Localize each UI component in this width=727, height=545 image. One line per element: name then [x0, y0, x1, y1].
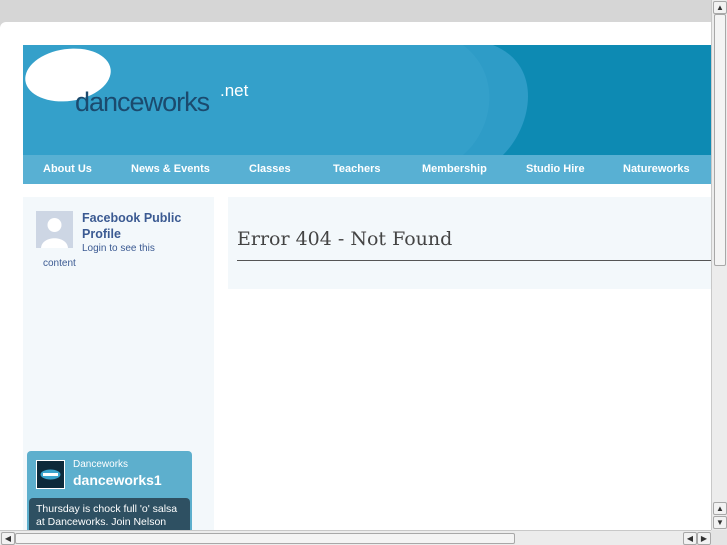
- tweet-text: Thursday is chock full 'o' salsa at Danc…: [29, 498, 190, 530]
- nav-about-us[interactable]: About Us: [43, 155, 92, 184]
- twitter-display-name: Danceworks: [73, 459, 129, 470]
- vertical-scroll-thumb[interactable]: [714, 14, 726, 266]
- nav-membership[interactable]: Membership: [422, 155, 487, 184]
- main-navigation: About Us News & Events Classes Teachers …: [23, 155, 711, 184]
- site-banner: danceworks .net: [23, 45, 711, 155]
- facebook-avatar-icon: [36, 211, 73, 248]
- horizontal-scroll-thumb[interactable]: [15, 533, 515, 544]
- nav-teachers[interactable]: Teachers: [333, 155, 381, 184]
- browser-viewport: danceworks .net About Us News & Events C…: [0, 0, 711, 530]
- scrollbar-corner: [711, 530, 727, 545]
- nav-classes[interactable]: Classes: [249, 155, 291, 184]
- twitter-avatar-icon[interactable]: [36, 460, 65, 489]
- nav-studio-hire[interactable]: Studio Hire: [526, 155, 585, 184]
- scroll-left-arrow-icon-right[interactable]: ◀: [683, 532, 697, 545]
- vertical-scrollbar[interactable]: ▲ ▲ ▼: [711, 0, 727, 530]
- logo-suffix: .net: [220, 81, 249, 100]
- horizontal-scrollbar[interactable]: ◀ ◀ ▶: [0, 530, 711, 545]
- nav-news-events[interactable]: News & Events: [131, 155, 210, 184]
- web-page: danceworks .net About Us News & Events C…: [0, 22, 711, 530]
- main-content: Error 404 - Not Found: [228, 197, 711, 289]
- scroll-up-arrow-icon-lower[interactable]: ▲: [713, 502, 727, 515]
- scroll-left-arrow-icon[interactable]: ◀: [1, 532, 15, 545]
- page-title: Error 404 - Not Found: [237, 228, 453, 250]
- title-divider: [237, 260, 711, 261]
- sidebar: Facebook Public Profile Login to see thi…: [23, 197, 214, 530]
- facebook-login-text: content: [43, 258, 76, 269]
- facebook-login-link[interactable]: Login to see this: [82, 243, 155, 254]
- facebook-profile-title[interactable]: Facebook Public Profile: [82, 210, 192, 242]
- twitter-widget: Danceworks danceworks1 Thursday is chock…: [27, 451, 192, 530]
- scroll-up-arrow-icon[interactable]: ▲: [713, 1, 727, 14]
- scroll-right-arrow-icon[interactable]: ▶: [697, 532, 711, 545]
- scroll-down-arrow-icon[interactable]: ▼: [713, 516, 727, 529]
- logo-text[interactable]: danceworks: [75, 87, 210, 118]
- twitter-handle[interactable]: danceworks1: [73, 472, 162, 488]
- nav-natureworks[interactable]: Natureworks: [623, 155, 690, 184]
